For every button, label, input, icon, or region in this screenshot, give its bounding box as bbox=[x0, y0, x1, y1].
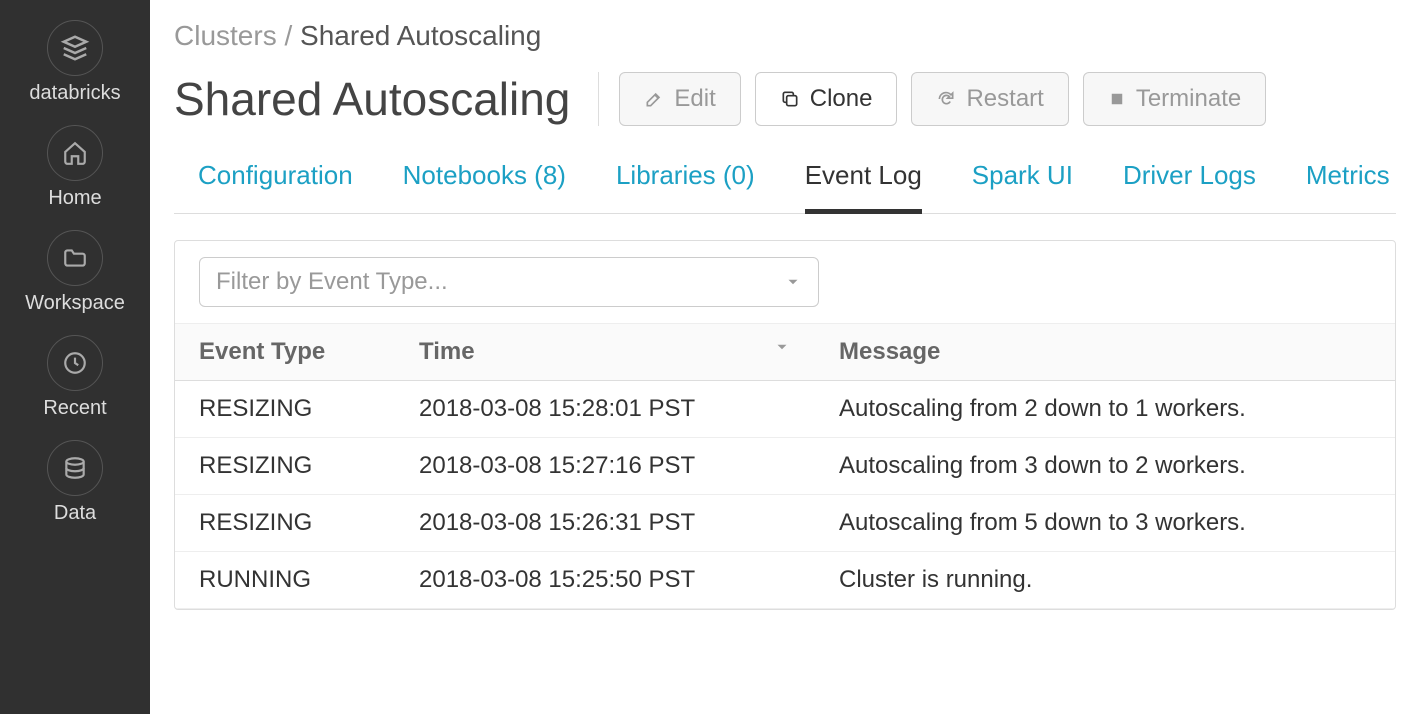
sidebar-item-label: Workspace bbox=[25, 292, 125, 315]
filter-event-type-select[interactable]: Filter by Event Type... bbox=[199, 257, 819, 307]
th-time-label: Time bbox=[419, 338, 475, 365]
tab-event-log[interactable]: Event Log bbox=[805, 150, 922, 214]
sidebar-item-label: Recent bbox=[43, 397, 106, 420]
cell-time: 2018-03-08 15:27:16 PST bbox=[395, 438, 815, 495]
tabs: Configuration Notebooks (8) Libraries (0… bbox=[174, 150, 1396, 214]
filter-row: Filter by Event Type... bbox=[175, 241, 1395, 324]
tab-notebooks[interactable]: Notebooks (8) bbox=[403, 150, 566, 213]
database-icon bbox=[47, 440, 103, 496]
sidebar-brand[interactable]: databricks bbox=[29, 20, 120, 105]
cell-time: 2018-03-08 15:25:50 PST bbox=[395, 552, 815, 609]
terminate-button[interactable]: Terminate bbox=[1083, 72, 1266, 126]
edit-label: Edit bbox=[674, 85, 715, 113]
databricks-logo-icon bbox=[47, 20, 103, 76]
edit-icon bbox=[644, 89, 664, 109]
main-content: Clusters / Shared Autoscaling Shared Aut… bbox=[150, 0, 1426, 714]
restart-button[interactable]: Restart bbox=[911, 72, 1068, 126]
cell-message: Autoscaling from 3 down to 2 workers. bbox=[815, 438, 1395, 495]
stop-icon bbox=[1108, 90, 1126, 108]
event-table: Event Type Time Message RESIZING2018-03-… bbox=[175, 324, 1395, 609]
sort-desc-icon bbox=[773, 338, 791, 356]
table-row[interactable]: RESIZING2018-03-08 15:26:31 PSTAutoscali… bbox=[175, 495, 1395, 552]
tab-spark-ui[interactable]: Spark UI bbox=[972, 150, 1073, 213]
filter-placeholder: Filter by Event Type... bbox=[216, 268, 448, 296]
home-icon bbox=[47, 125, 103, 181]
cell-message: Autoscaling from 2 down to 1 workers. bbox=[815, 381, 1395, 438]
clone-button[interactable]: Clone bbox=[755, 72, 898, 126]
chevron-down-icon bbox=[784, 273, 802, 291]
cell-time: 2018-03-08 15:26:31 PST bbox=[395, 495, 815, 552]
sidebar-item-home[interactable]: Home bbox=[47, 125, 103, 210]
cell-event-type: RESIZING bbox=[175, 495, 395, 552]
page-title: Shared Autoscaling bbox=[174, 72, 599, 126]
restart-label: Restart bbox=[966, 85, 1043, 113]
breadcrumb-sep: / bbox=[284, 20, 292, 51]
edit-button[interactable]: Edit bbox=[619, 72, 740, 126]
tab-libraries[interactable]: Libraries (0) bbox=[616, 150, 755, 213]
sidebar-item-label: Data bbox=[54, 502, 96, 525]
table-row[interactable]: RESIZING2018-03-08 15:27:16 PSTAutoscali… bbox=[175, 438, 1395, 495]
sidebar-item-recent[interactable]: Recent bbox=[43, 335, 106, 420]
sidebar-item-workspace[interactable]: Workspace bbox=[25, 230, 125, 315]
th-event-type[interactable]: Event Type bbox=[175, 324, 395, 381]
event-log-panel: Filter by Event Type... Event Type Time … bbox=[174, 240, 1396, 610]
brand-label: databricks bbox=[29, 82, 120, 105]
tab-metrics[interactable]: Metrics bbox=[1306, 150, 1390, 213]
th-message[interactable]: Message bbox=[815, 324, 1395, 381]
cell-message: Autoscaling from 5 down to 3 workers. bbox=[815, 495, 1395, 552]
folder-icon bbox=[47, 230, 103, 286]
sidebar: databricks Home Workspace Recent Data bbox=[0, 0, 150, 714]
terminate-label: Terminate bbox=[1136, 85, 1241, 113]
table-row[interactable]: RESIZING2018-03-08 15:28:01 PSTAutoscali… bbox=[175, 381, 1395, 438]
clock-icon bbox=[47, 335, 103, 391]
table-row[interactable]: RUNNING2018-03-08 15:25:50 PSTCluster is… bbox=[175, 552, 1395, 609]
breadcrumb-parent[interactable]: Clusters bbox=[174, 20, 277, 51]
tab-configuration[interactable]: Configuration bbox=[198, 150, 353, 213]
sidebar-item-label: Home bbox=[48, 187, 101, 210]
th-time[interactable]: Time bbox=[395, 324, 815, 381]
restart-icon bbox=[936, 89, 956, 109]
cell-message: Cluster is running. bbox=[815, 552, 1395, 609]
clone-icon bbox=[780, 89, 800, 109]
title-row: Shared Autoscaling Edit Clone Restart Te… bbox=[174, 72, 1396, 126]
tab-driver-logs[interactable]: Driver Logs bbox=[1123, 150, 1256, 213]
cell-event-type: RESIZING bbox=[175, 438, 395, 495]
clone-label: Clone bbox=[810, 85, 873, 113]
cell-event-type: RESIZING bbox=[175, 381, 395, 438]
cell-event-type: RUNNING bbox=[175, 552, 395, 609]
cell-time: 2018-03-08 15:28:01 PST bbox=[395, 381, 815, 438]
breadcrumb-current: Shared Autoscaling bbox=[300, 20, 541, 51]
sidebar-item-data[interactable]: Data bbox=[47, 440, 103, 525]
breadcrumb: Clusters / Shared Autoscaling bbox=[174, 20, 1396, 52]
